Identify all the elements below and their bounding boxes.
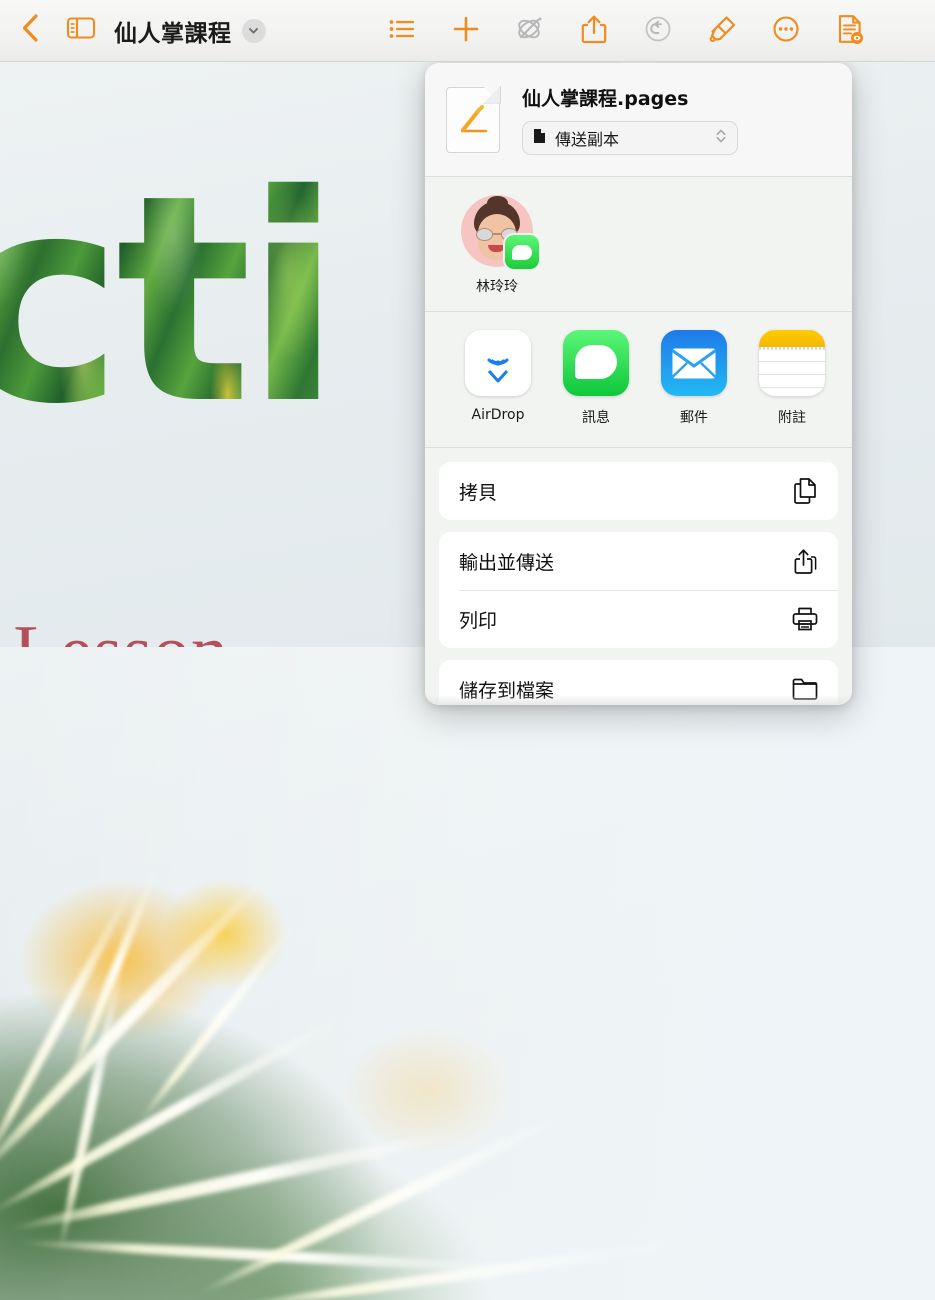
airdrop-icon — [465, 330, 531, 396]
share-button[interactable] — [562, 0, 626, 62]
share-sheet-popover: 仙人掌課程.pages 傳送副本 林玲玲 AirDrop 訊息 郵件 附註 拷貝… — [425, 63, 852, 705]
share-contact-item[interactable]: 林玲玲 — [449, 195, 545, 296]
document-title-group[interactable]: 仙人掌課程 — [114, 14, 266, 48]
action-label: 輸出並傳送 — [459, 551, 555, 574]
share-sheet-header: 仙人掌課程.pages 傳送副本 — [425, 63, 852, 177]
share-actions: 拷貝 輸出並傳送 列印 儲存到檔案 — [425, 448, 852, 705]
document-headline: cti — [0, 166, 335, 438]
ipad-screen: cti e Lesson — [0, 0, 935, 1300]
share-app-label: 訊息 — [582, 410, 610, 426]
back-button[interactable] — [0, 0, 52, 62]
format-list-button[interactable] — [370, 0, 434, 62]
document-options-button[interactable] — [818, 0, 882, 62]
document-page-icon — [533, 128, 546, 149]
sidebar-toggle-icon — [66, 15, 96, 46]
share-app-mail[interactable]: 郵件 — [645, 330, 743, 427]
share-app-notes[interactable]: 附註 — [743, 330, 841, 427]
smart-annotation-button[interactable] — [498, 0, 562, 62]
bulleted-list-icon — [387, 16, 417, 47]
share-app-label: 郵件 — [680, 410, 708, 426]
photo-haze-overlay — [0, 647, 935, 1300]
action-save-to-files[interactable]: 儲存到檔案 — [439, 660, 838, 705]
avatar — [461, 195, 539, 269]
format-brush-button[interactable] — [690, 0, 754, 62]
share-contacts-row: 林玲玲 — [425, 177, 852, 312]
share-app-label: 附註 — [778, 410, 806, 426]
sidebar-toggle-button[interactable] — [52, 0, 110, 62]
copy-documents-icon — [790, 476, 820, 506]
share-app-airdrop[interactable]: AirDrop — [449, 330, 547, 423]
action-label: 列印 — [459, 609, 498, 632]
action-group: 儲存到檔案 — [439, 660, 838, 705]
insert-button[interactable] — [434, 0, 498, 62]
action-export-send[interactable]: 輸出並傳送 — [439, 532, 838, 590]
app-toolbar: 仙人掌課程 — [0, 0, 935, 62]
share-app-label: AirDrop — [471, 407, 525, 423]
action-group: 輸出並傳送 列印 — [439, 532, 838, 648]
messages-icon — [563, 330, 629, 396]
smart-annotation-icon — [514, 14, 546, 49]
folder-icon — [790, 674, 820, 704]
action-copy[interactable]: 拷貝 — [439, 462, 838, 520]
send-mode-label: 傳送副本 — [555, 130, 620, 149]
share-contact-name: 林玲玲 — [476, 279, 518, 295]
document-background-photo — [0, 647, 935, 1300]
page-title: 仙人掌課程 — [114, 20, 232, 47]
share-app-label: 無 — [841, 407, 852, 427]
share-app-messages[interactable]: 訊息 — [547, 330, 645, 427]
action-label: 儲存到檔案 — [459, 679, 555, 702]
printer-icon — [790, 604, 820, 634]
chevron-left-icon — [19, 13, 41, 48]
notes-icon — [759, 330, 825, 396]
ellipsis-circle-icon — [771, 14, 801, 49]
undo-circular-arrow-icon — [643, 14, 673, 49]
export-share-icon — [790, 546, 820, 576]
action-label: 拷貝 — [459, 481, 498, 504]
action-print[interactable]: 列印 — [439, 590, 838, 648]
more-button[interactable] — [754, 0, 818, 62]
chevron-up-down-icon — [715, 127, 727, 150]
send-mode-picker[interactable]: 傳送副本 — [522, 121, 738, 155]
share-up-arrow-icon — [581, 14, 607, 49]
action-group: 拷貝 — [439, 462, 838, 520]
mail-icon — [661, 330, 727, 396]
plus-icon — [451, 14, 481, 49]
share-file-name: 仙人掌課程.pages — [522, 88, 689, 110]
share-app-clipped[interactable]: 無 — [841, 330, 852, 427]
pages-document-icon — [446, 85, 501, 153]
paintbrush-icon — [707, 14, 737, 49]
document-with-eye-icon — [836, 13, 864, 50]
undo-button[interactable] — [626, 0, 690, 62]
chevron-down-icon[interactable] — [241, 18, 266, 43]
messages-app-badge — [505, 235, 539, 269]
share-apps-row: AirDrop 訊息 郵件 附註 — [425, 312, 852, 448]
